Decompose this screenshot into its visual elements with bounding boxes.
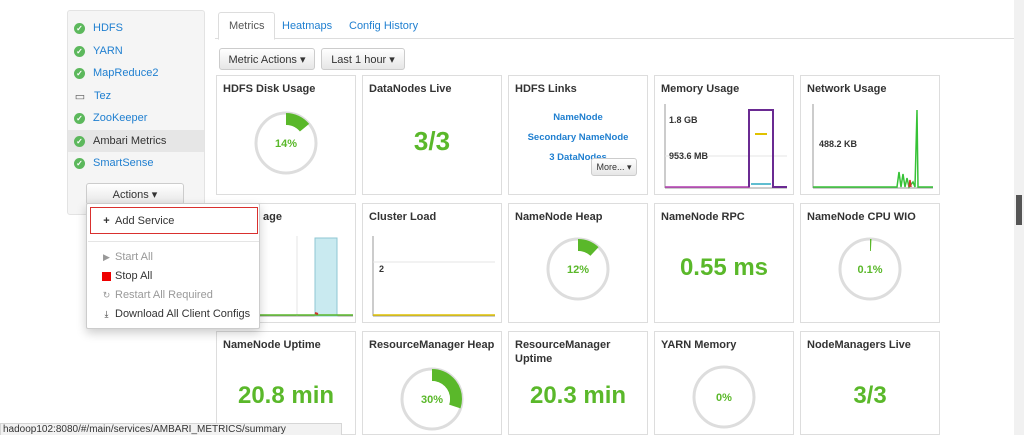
widget-memory-usage[interactable]: Memory Usage 1.8 GB 953.6 MB: [654, 75, 794, 195]
widget-value: 20.8 min: [237, 382, 335, 409]
widget-title: ResourceManager Heap: [369, 339, 495, 351]
link-namenode[interactable]: NameNode: [509, 112, 647, 123]
cpu-wio-donut: 0.1%: [838, 237, 902, 301]
cluster-load-chart: [372, 236, 495, 317]
refresh-icon: ↻: [102, 289, 111, 300]
cluster-load-tick: 2: [379, 264, 385, 274]
donut-value: 0.1%: [857, 264, 882, 276]
widget-title: HDFS Disk Usage: [223, 83, 316, 95]
widget-title: NameNode Heap: [515, 211, 603, 223]
memory-tick-bottom: 953.6 MB: [669, 151, 709, 161]
stop-icon: [102, 271, 111, 281]
actions-dropdown-menu: + Add Service ▶ Start All Stop All ↻ Restar…: [86, 203, 260, 329]
yarn-memory-donut: 0%: [692, 365, 756, 429]
widget-nodemanagers-live[interactable]: NodeManagers Live 3/3: [800, 331, 940, 435]
widget-rm-uptime[interactable]: ResourceManager Uptime 20.3 min: [508, 331, 648, 435]
widget-hdfs-links[interactable]: HDFS Links NameNode Secondary NameNode 3…: [508, 75, 648, 195]
sidebar-item-label: Ambari Metrics: [93, 135, 167, 147]
namenode-heap-donut: 12%: [546, 237, 610, 301]
tab-metrics[interactable]: Metrics: [218, 12, 276, 40]
sidebar-item-smartsense[interactable]: ✓ SmartSense: [68, 152, 204, 174]
check-icon: ✓: [74, 135, 85, 147]
sidebar-item-label: HDFS: [93, 22, 123, 34]
widget-rm-heap[interactable]: ResourceManager Heap 30%: [362, 331, 502, 435]
play-icon: ▶: [103, 251, 110, 262]
widget-title: HDFS Links: [515, 83, 577, 95]
widget-namenode-heap[interactable]: NameNode Heap 12%: [508, 203, 648, 323]
donut-value: 30%: [421, 394, 443, 406]
widget-value: 0.55 ms: [679, 254, 769, 281]
plus-icon: +: [103, 215, 110, 227]
sidebar-item-label: Tez: [94, 90, 112, 102]
widget-value: 20.3 min: [529, 382, 627, 409]
actions-button[interactable]: Actions ▾: [86, 183, 184, 205]
widget-title: NameNode Uptime: [223, 339, 321, 351]
metric-actions-button[interactable]: Metric Actions ▾: [219, 48, 315, 70]
tab-heatmaps[interactable]: Heatmaps: [272, 12, 342, 39]
sidebar-item-label: ZooKeeper: [93, 112, 148, 124]
tab-config-history[interactable]: Config History: [339, 12, 428, 39]
widget-title: NodeManagers Live: [807, 339, 911, 351]
menu-item-label: Download All Client Configs: [115, 308, 251, 320]
widget-title: YARN Memory: [661, 339, 737, 351]
sidebar-item-label: YARN: [93, 45, 123, 57]
menu-item-restart-all[interactable]: ↻ Restart All Required: [87, 286, 259, 304]
network-tick: 488.2 KB: [819, 139, 858, 149]
widget-datanodes-live[interactable]: DataNodes Live 3/3: [362, 75, 502, 195]
check-icon: ✓: [74, 157, 85, 169]
service-sidebar: ✓ HDFS ✓ YARN ✓ MapReduce2 ▭ Tez ✓ ZooKeeper …: [67, 10, 205, 215]
memory-tick-top: 1.8 GB: [669, 115, 698, 125]
menu-item-label: Add Service: [115, 215, 175, 227]
rm-heap-donut: 30%: [400, 367, 464, 431]
widget-title: DataNodes Live: [369, 83, 452, 95]
widget-title: NameNode CPU WIO: [807, 211, 916, 223]
donut-value: 12%: [567, 264, 589, 276]
check-icon: ✓: [74, 45, 85, 57]
sidebar-item-label: SmartSense: [93, 157, 154, 169]
donut-value: 0%: [716, 392, 732, 404]
widget-title: Memory Usage: [661, 83, 740, 95]
check-icon: ✓: [74, 22, 85, 34]
laptop-icon: ▭: [74, 90, 86, 103]
more-button[interactable]: More... ▾: [591, 158, 637, 176]
menu-item-stop-all[interactable]: Stop All: [87, 267, 259, 285]
sidebar-item-tez[interactable]: ▭ Tez: [68, 85, 204, 107]
scrollbar-thumb[interactable]: [1016, 195, 1022, 225]
sidebar-item-mapreduce2[interactable]: ✓ MapReduce2: [68, 62, 204, 84]
widget-value: 3/3: [413, 126, 451, 156]
menu-item-label: Stop All: [115, 270, 153, 282]
sidebar-item-yarn[interactable]: ✓ YARN: [68, 40, 204, 62]
check-icon: ✓: [74, 112, 85, 124]
widget-namenode-cpu-wio[interactable]: NameNode CPU WIO 0.1%: [800, 203, 940, 323]
menu-item-start-all[interactable]: ▶ Start All: [87, 248, 259, 266]
sidebar-item-hdfs[interactable]: ✓ HDFS: [68, 17, 204, 39]
menu-item-label: Start All: [115, 251, 153, 263]
widget-value: 3/3: [853, 382, 887, 409]
menu-item-download-configs[interactable]: ⤓ Download All Client Configs: [87, 305, 259, 323]
widget-title: Cluster Load: [369, 211, 437, 223]
time-range-button[interactable]: Last 1 hour ▾: [321, 48, 405, 70]
tab-bar: Metrics Heatmaps Config History: [215, 12, 1018, 40]
widget-namenode-uptime[interactable]: NameNode Uptime 20.8 min: [216, 331, 356, 435]
sidebar-item-ambari-metrics[interactable]: ✓ Ambari Metrics: [68, 130, 204, 152]
widget-yarn-memory[interactable]: YARN Memory 0%: [654, 331, 794, 435]
status-url-bar: hadoop102:8080/#/main/services/AMBARI_ME…: [0, 423, 342, 435]
widget-cluster-load[interactable]: Cluster Load 2: [362, 203, 502, 323]
widget-network-usage[interactable]: Network Usage 488.2 KB: [800, 75, 940, 195]
widget-hdfs-disk-usage[interactable]: HDFS Disk Usage 14%: [216, 75, 356, 195]
widget-title: Network Usage: [807, 83, 887, 95]
sidebar-item-zookeeper[interactable]: ✓ ZooKeeper: [68, 107, 204, 129]
menu-item-add-service[interactable]: + Add Service: [87, 212, 259, 230]
link-secondary-namenode[interactable]: Secondary NameNode: [509, 132, 647, 143]
widget-title: ResourceManager Uptime: [515, 339, 611, 365]
donut-value: 14%: [275, 138, 297, 150]
check-icon: ✓: [74, 67, 85, 79]
disk-usage-donut: 14%: [254, 111, 318, 175]
widget-namenode-rpc[interactable]: NameNode RPC 0.55 ms: [654, 203, 794, 323]
download-icon: ⤓: [104, 308, 109, 319]
sidebar-item-label: MapReduce2: [93, 67, 159, 79]
menu-divider: [88, 241, 259, 242]
menu-item-label: Restart All Required: [115, 289, 213, 301]
widget-title: NameNode RPC: [661, 211, 745, 223]
